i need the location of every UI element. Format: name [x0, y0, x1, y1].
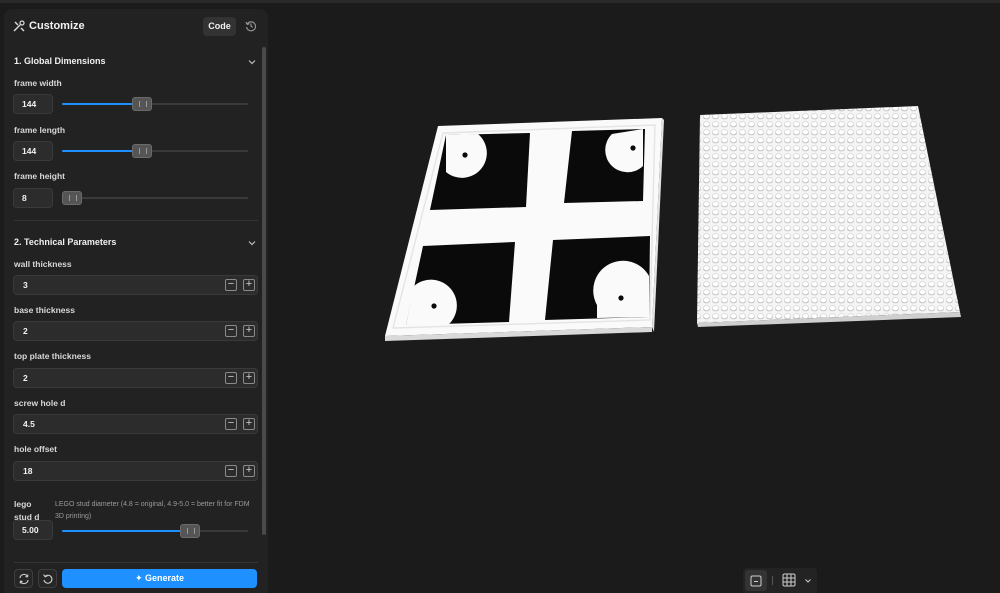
- base-thickness-input[interactable]: 2 − +: [13, 321, 258, 341]
- wall-thickness-value: 3: [23, 280, 28, 290]
- wall-thickness-label: wall thickness: [14, 259, 72, 269]
- lego-stud-d-value[interactable]: 5.00: [13, 520, 53, 540]
- increment-button[interactable]: +: [243, 465, 255, 477]
- hole-offset-label: hole offset: [14, 444, 57, 454]
- model-preview: [385, 106, 961, 341]
- panel-scrollbar[interactable]: [262, 47, 266, 535]
- generate-button[interactable]: ✦ Generate: [62, 569, 257, 588]
- screw-hole-d-label: screw hole d: [14, 398, 66, 408]
- decrement-button[interactable]: −: [225, 418, 237, 430]
- hole-offset-value: 18: [23, 466, 33, 476]
- reset-button[interactable]: [38, 569, 57, 588]
- base-thickness-label: base thickness: [14, 305, 75, 315]
- sync-icon: [19, 573, 29, 585]
- grid-icon[interactable]: [782, 573, 796, 587]
- hole-offset-input[interactable]: 18 − +: [13, 461, 258, 481]
- frame-width-label: frame width: [14, 78, 62, 88]
- increment-button[interactable]: +: [243, 325, 255, 337]
- section-divider: [14, 220, 258, 221]
- top-plate-thickness-value: 2: [23, 373, 28, 383]
- toolbar-separator: [772, 576, 773, 585]
- sparkle-icon: ✦: [134, 573, 145, 583]
- increment-button[interactable]: +: [243, 372, 255, 384]
- chevron-down-icon[interactable]: [247, 57, 257, 67]
- top-plate-thickness-label: top plate thickness: [14, 351, 91, 361]
- lego-stud-d-description: LEGO stud diameter (4.8 = original, 4.9-…: [55, 501, 250, 520]
- generate-label: Generate: [145, 573, 185, 583]
- panel-header: Customize Code: [4, 9, 268, 45]
- frame-length-value[interactable]: 144: [13, 141, 53, 161]
- frame-height-value[interactable]: 8: [13, 188, 53, 208]
- customize-tools-icon: [13, 20, 25, 32]
- frame-model: [385, 118, 664, 341]
- frame-length-slider-thumb[interactable]: [132, 144, 152, 158]
- lego-stud-d-slider-fill: [62, 530, 190, 532]
- decrement-button[interactable]: −: [225, 325, 237, 337]
- decrement-button[interactable]: −: [225, 372, 237, 384]
- frame-view-button[interactable]: [745, 570, 767, 591]
- 3d-viewport[interactable]: [270, 3, 1000, 593]
- decrement-button[interactable]: −: [225, 465, 237, 477]
- frame-length-label: frame length: [14, 125, 66, 135]
- screw-hole-d-value: 4.5: [23, 419, 35, 429]
- section-global-dimensions[interactable]: 1. Global Dimensions: [14, 56, 106, 66]
- sync-button[interactable]: [14, 569, 33, 588]
- code-button[interactable]: Code: [203, 17, 236, 36]
- chevron-down-icon[interactable]: [804, 577, 812, 585]
- frame-width-value[interactable]: 144: [13, 94, 53, 114]
- section-technical-parameters[interactable]: 2. Technical Parameters: [14, 237, 116, 247]
- reset-icon: [43, 574, 53, 584]
- wall-thickness-input[interactable]: 3 − +: [13, 275, 258, 295]
- footer-divider: [14, 562, 258, 563]
- lego-plate-model: [697, 106, 961, 327]
- frame-view-icon: [750, 575, 762, 587]
- chevron-down-icon[interactable]: [247, 238, 257, 248]
- frame-height-label: frame height: [14, 171, 66, 181]
- increment-button[interactable]: +: [243, 418, 255, 430]
- increment-button[interactable]: +: [243, 279, 255, 291]
- lego-stud-d-slider-thumb[interactable]: [180, 524, 200, 538]
- customize-panel: Customize Code 1. Global Dimensions fram…: [4, 9, 268, 593]
- panel-title: Customize: [29, 20, 85, 32]
- frame-length-slider-fill: [62, 150, 142, 152]
- base-thickness-value: 2: [23, 326, 28, 336]
- decrement-button[interactable]: −: [225, 279, 237, 291]
- frame-height-slider-track[interactable]: [62, 197, 248, 199]
- history-icon[interactable]: [245, 20, 257, 32]
- top-plate-thickness-input[interactable]: 2 − +: [13, 368, 258, 388]
- frame-width-slider-fill: [62, 103, 142, 105]
- frame-height-slider-thumb[interactable]: [62, 191, 82, 205]
- screw-hole-d-input[interactable]: 4.5 − +: [13, 414, 258, 434]
- frame-width-slider-thumb[interactable]: [132, 97, 152, 111]
